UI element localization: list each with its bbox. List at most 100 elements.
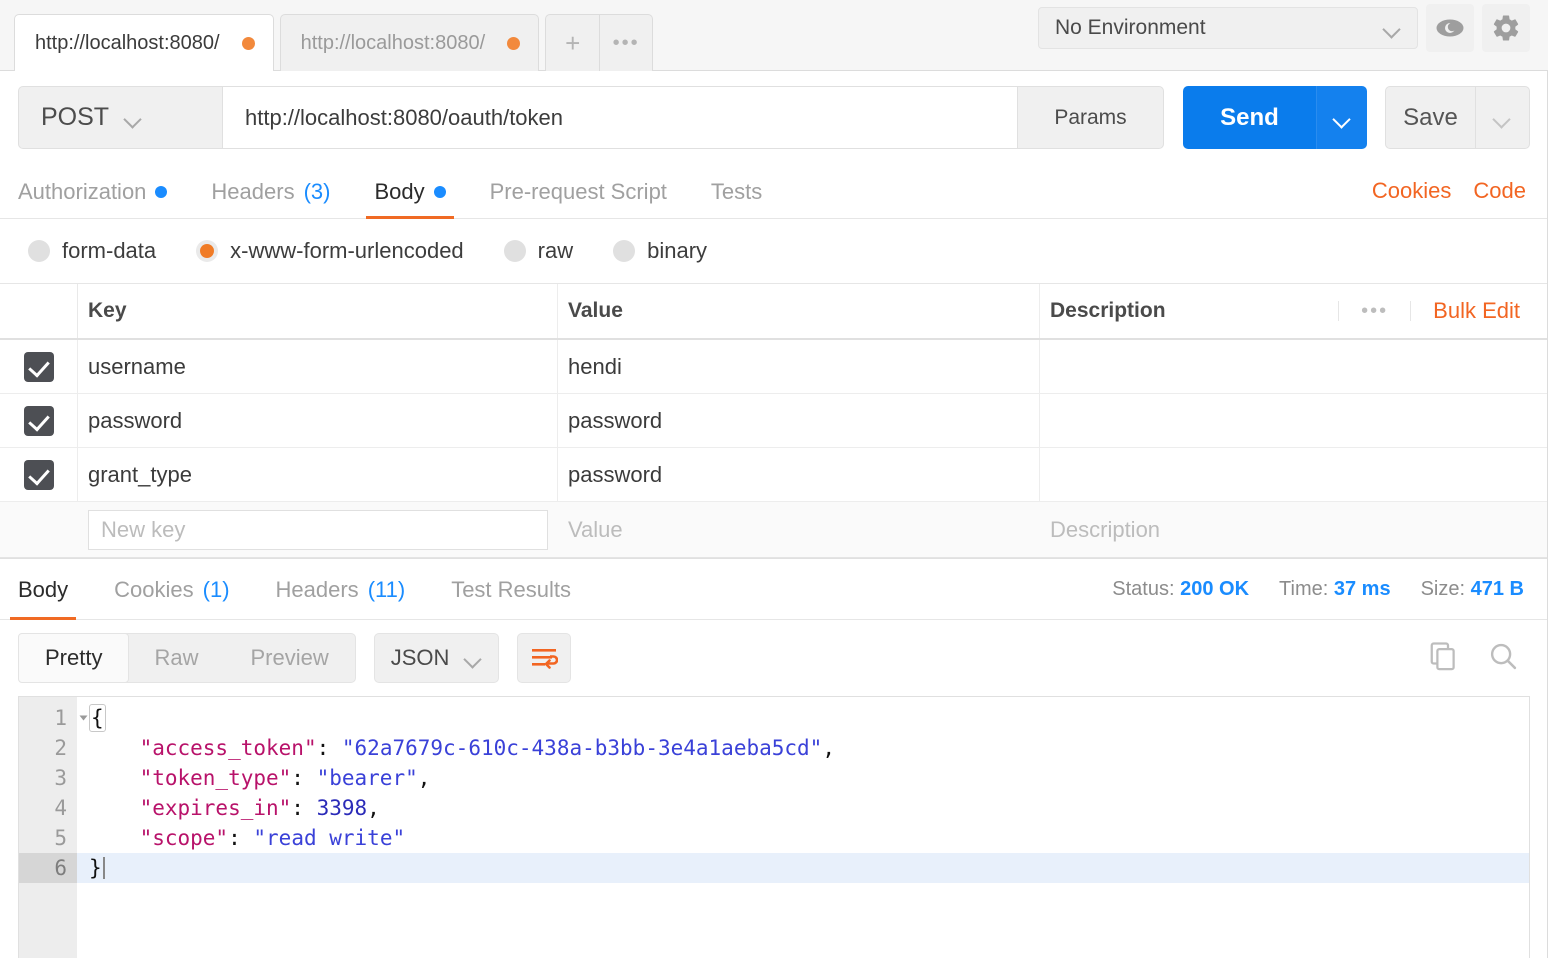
- bulk-edit-link[interactable]: Bulk Edit: [1411, 298, 1538, 324]
- header-value-label: Value: [568, 299, 623, 322]
- gutter-line[interactable]: 3: [19, 763, 77, 793]
- cookies-link[interactable]: Cookies: [1372, 178, 1451, 204]
- code-token-punct: :: [291, 796, 317, 820]
- new-key-input[interactable]: New key: [88, 509, 548, 550]
- chevron-down-icon: [1334, 113, 1351, 123]
- row-value-value: password: [568, 461, 663, 487]
- row-key-value: password: [88, 407, 183, 433]
- send-button-label: Send: [1220, 103, 1279, 131]
- send-button[interactable]: Send: [1183, 86, 1316, 149]
- gutter-line-active[interactable]: 6: [19, 853, 77, 883]
- radio-icon: [613, 240, 636, 262]
- view-mode-pretty[interactable]: Pretty: [18, 633, 130, 683]
- row-description-cell[interactable]: [1040, 394, 1548, 447]
- tab-headers-label: Headers: [211, 179, 295, 204]
- response-view-toolbar: Pretty Raw Preview JSON: [0, 620, 1548, 696]
- new-tab-button[interactable]: +: [545, 14, 600, 71]
- eye-icon: [1436, 19, 1464, 37]
- time-label: Time:: [1279, 577, 1329, 600]
- row-key-cell[interactable]: username: [78, 340, 558, 393]
- response-tab-headers-label: Headers: [275, 577, 359, 602]
- response-section-tabs: Body Cookies (1) Headers (11) Test Resul…: [0, 558, 1548, 620]
- row-description-cell[interactable]: [1040, 448, 1548, 501]
- body-type-x-www-form-urlencoded[interactable]: x-www-form-urlencoded: [196, 238, 464, 264]
- tab-headers[interactable]: Headers (3): [211, 164, 352, 218]
- header-checkbox-cell: [0, 284, 78, 338]
- response-tab-headers[interactable]: Headers (11): [276, 559, 428, 619]
- ellipsis-icon: •••: [612, 31, 640, 54]
- environment-select[interactable]: No Environment: [1038, 7, 1418, 49]
- word-wrap-button[interactable]: [517, 633, 572, 683]
- code-token-key: "expires_in": [139, 796, 292, 820]
- url-input[interactable]: http://localhost:8080/oauth/token: [222, 86, 1018, 149]
- row-key-cell[interactable]: grant_type: [78, 448, 558, 501]
- code-token-string: "62a7679c-610c-438a-b3bb-3e4a1aeba5cd": [341, 736, 823, 760]
- tab-tests[interactable]: Tests: [711, 164, 784, 218]
- row-checkbox-cell[interactable]: [0, 448, 78, 501]
- tab-body[interactable]: Body: [366, 164, 467, 219]
- view-mode-pretty-label: Pretty: [45, 645, 103, 670]
- send-options-button[interactable]: [1316, 86, 1367, 149]
- modified-dot-icon: [433, 186, 446, 198]
- view-mode-preview[interactable]: Preview: [224, 634, 354, 682]
- http-method-select[interactable]: POST: [18, 86, 222, 149]
- request-tab-0[interactable]: http://localhost:8080/: [14, 14, 274, 71]
- code-token-number: 3398: [316, 796, 368, 820]
- response-tab-test-results[interactable]: Test Results: [451, 559, 593, 619]
- response-body-editor[interactable]: 1 2 3 4 5 6 { "access_token": "62a7679c-…: [18, 696, 1530, 958]
- row-value-cell[interactable]: hendi: [558, 340, 1040, 393]
- copy-button[interactable]: [1428, 641, 1458, 676]
- http-method-label: POST: [41, 103, 110, 131]
- table-options-icon[interactable]: •••: [1338, 301, 1412, 321]
- row-value-cell[interactable]: password: [558, 448, 1040, 501]
- tab-pre-request-script[interactable]: Pre-request Script: [490, 164, 689, 218]
- row-description-cell[interactable]: [1040, 340, 1548, 393]
- row-checkbox-cell[interactable]: [0, 340, 78, 393]
- new-value-placeholder: Value: [568, 516, 623, 542]
- code-line: "access_token": "62a7679c-610c-438a-b3bb…: [77, 733, 1529, 763]
- save-button[interactable]: Save: [1385, 86, 1475, 149]
- new-row-key-cell[interactable]: New key: [78, 502, 558, 557]
- gutter-line[interactable]: 4: [19, 793, 77, 823]
- new-row-description-cell[interactable]: Description: [1040, 502, 1548, 557]
- gutter-line-number: 5: [54, 826, 67, 850]
- radio-icon: [28, 240, 50, 262]
- view-mode-raw[interactable]: Raw: [128, 634, 224, 682]
- settings-button[interactable]: [1482, 4, 1530, 52]
- table-header-tools: ••• Bulk Edit: [1338, 298, 1538, 324]
- row-key-value: grant_type: [88, 461, 192, 487]
- response-tab-cookies-label: Cookies: [114, 577, 194, 602]
- editor-code-area[interactable]: { "access_token": "62a7679c-610c-438a-b3…: [77, 697, 1529, 958]
- environment-quick-look-button[interactable]: [1426, 4, 1474, 52]
- size-label: Size:: [1420, 577, 1466, 600]
- request-tab-1-label: http://localhost:8080/: [300, 31, 486, 54]
- body-type-form-data[interactable]: form-data: [28, 238, 156, 264]
- checkbox-checked-icon[interactable]: [23, 351, 54, 382]
- status-stat: Status: 200 OK: [1112, 578, 1249, 601]
- response-format-select[interactable]: JSON: [373, 633, 500, 683]
- search-button[interactable]: [1488, 641, 1518, 676]
- request-tab-1[interactable]: http://localhost:8080/: [279, 14, 540, 71]
- response-tab-body[interactable]: Body: [9, 559, 90, 620]
- table-row: password password: [0, 394, 1548, 448]
- code-link[interactable]: Code: [1473, 178, 1526, 204]
- save-options-button[interactable]: [1475, 86, 1530, 149]
- checkbox-checked-icon[interactable]: [23, 459, 54, 490]
- request-tab-bar: http://localhost:8080/ http://localhost:…: [0, 0, 1548, 71]
- body-type-binary[interactable]: binary: [613, 238, 707, 264]
- new-row-value-cell[interactable]: Value: [558, 502, 1040, 557]
- params-button[interactable]: Params: [1018, 86, 1164, 149]
- checkbox-checked-icon[interactable]: [23, 405, 54, 436]
- gutter-line[interactable]: 2: [19, 733, 77, 763]
- gutter-line[interactable]: 5: [19, 823, 77, 853]
- tab-authorization[interactable]: Authorization: [18, 164, 189, 218]
- body-type-raw[interactable]: raw: [503, 238, 573, 264]
- response-tab-cookies[interactable]: Cookies (1): [114, 559, 251, 619]
- code-token-string: "read write": [253, 826, 406, 850]
- tab-options-button[interactable]: •••: [599, 14, 654, 71]
- gutter-line[interactable]: 1: [19, 703, 88, 733]
- row-key-cell[interactable]: password: [78, 394, 558, 447]
- row-checkbox-cell[interactable]: [0, 394, 78, 447]
- row-value-cell[interactable]: password: [558, 394, 1040, 447]
